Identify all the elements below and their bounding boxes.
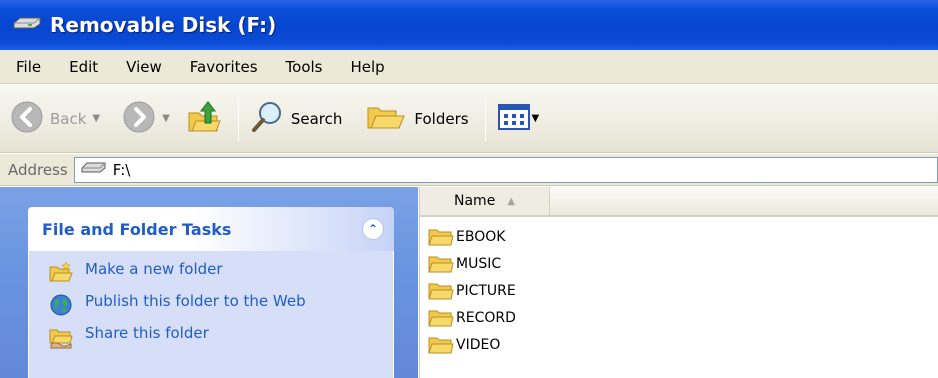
menu-file[interactable]: File xyxy=(0,58,55,76)
share-folder-icon xyxy=(49,325,73,349)
views-icon xyxy=(497,103,530,134)
file-folder-tasks-panel: File and Folder Tasks ⌃ Make a new folde… xyxy=(28,207,394,378)
menu-edit[interactable]: Edit xyxy=(55,58,112,76)
list-item[interactable]: RECORD xyxy=(420,304,938,331)
folder-icon xyxy=(428,308,454,328)
task-link-label: Publish this folder to the Web xyxy=(85,292,306,310)
task-link-label: Share this folder xyxy=(85,324,209,342)
files-container: EBOOK MUSIC PICTURE RECORD VIDEO xyxy=(420,217,938,358)
menu-bar: File Edit View Favorites Tools Help xyxy=(0,50,938,84)
task-list: Make a new folder Publish this folder to… xyxy=(28,251,394,378)
window-title: Removable Disk (F:) xyxy=(50,13,277,37)
task-make-new-folder[interactable]: Make a new folder xyxy=(49,261,383,285)
toolbar-separator xyxy=(237,96,239,141)
views-button[interactable]: ▼ xyxy=(497,97,540,141)
folder-icon xyxy=(428,281,454,301)
collapse-icon[interactable]: ⌃ xyxy=(362,218,384,240)
sort-ascending-icon: ▲ xyxy=(507,195,516,207)
up-folder-icon xyxy=(186,99,222,139)
list-item[interactable]: VIDEO xyxy=(420,331,938,358)
up-folder-button[interactable] xyxy=(186,97,222,141)
task-link-label: Make a new folder xyxy=(85,260,223,278)
search-button-label: Search xyxy=(290,109,343,128)
address-value: F:\ xyxy=(112,160,131,179)
column-header-name[interactable]: Name ▲ xyxy=(420,187,550,215)
file-name: PICTURE xyxy=(456,282,516,299)
task-share-folder[interactable]: Share this folder xyxy=(49,325,383,349)
back-button-label: Back xyxy=(50,109,87,128)
folder-icon xyxy=(428,335,454,355)
title-bar[interactable]: Removable Disk (F:) xyxy=(0,0,938,50)
new-folder-icon xyxy=(49,261,73,285)
removable-drive-icon xyxy=(81,160,107,179)
folders-icon xyxy=(366,102,406,136)
removable-drive-icon xyxy=(12,15,42,35)
folders-button[interactable]: Folders xyxy=(366,97,469,141)
back-dropdown-icon[interactable]: ▼ xyxy=(92,113,100,124)
file-name: VIDEO xyxy=(456,336,501,353)
menu-help[interactable]: Help xyxy=(337,58,399,76)
task-panel-title: File and Folder Tasks xyxy=(42,219,232,239)
file-list: Name ▲ EBOOK MUSIC PICTURE RECORD VIDEO xyxy=(419,187,938,378)
folder-icon xyxy=(428,227,454,247)
back-arrow-icon xyxy=(10,100,44,138)
column-header-label: Name xyxy=(454,193,496,209)
menu-view[interactable]: View xyxy=(112,58,176,76)
back-button[interactable]: Back ▼ xyxy=(10,97,100,141)
forward-arrow-icon xyxy=(122,100,156,138)
address-field[interactable]: F:\ xyxy=(73,156,938,183)
address-bar: Address F:\ xyxy=(0,154,938,186)
column-header-row: Name ▲ xyxy=(420,187,938,217)
forward-dropdown-icon[interactable]: ▼ xyxy=(162,113,170,124)
file-name: MUSIC xyxy=(456,255,502,272)
file-name: EBOOK xyxy=(456,228,506,245)
toolbar-separator xyxy=(484,96,486,141)
toolbar: Back ▼ ▼ Search Folders ▼ xyxy=(0,85,938,153)
forward-button[interactable]: ▼ xyxy=(122,97,170,141)
file-name: RECORD xyxy=(456,309,516,326)
folders-button-label: Folders xyxy=(414,109,469,128)
task-panel-header[interactable]: File and Folder Tasks ⌃ xyxy=(28,207,394,251)
folder-icon xyxy=(428,254,454,274)
views-dropdown-icon[interactable]: ▼ xyxy=(532,113,540,124)
task-pane: File and Folder Tasks ⌃ Make a new folde… xyxy=(0,187,418,378)
menu-favorites[interactable]: Favorites xyxy=(176,58,272,76)
search-icon xyxy=(249,99,285,139)
task-publish-folder-web[interactable]: Publish this folder to the Web xyxy=(49,293,383,317)
list-item[interactable]: MUSIC xyxy=(420,250,938,277)
search-button[interactable]: Search xyxy=(249,97,343,141)
address-label: Address xyxy=(8,160,68,179)
list-item[interactable]: EBOOK xyxy=(420,223,938,250)
menu-tools[interactable]: Tools xyxy=(272,58,337,76)
globe-icon xyxy=(49,293,73,317)
list-item[interactable]: PICTURE xyxy=(420,277,938,304)
